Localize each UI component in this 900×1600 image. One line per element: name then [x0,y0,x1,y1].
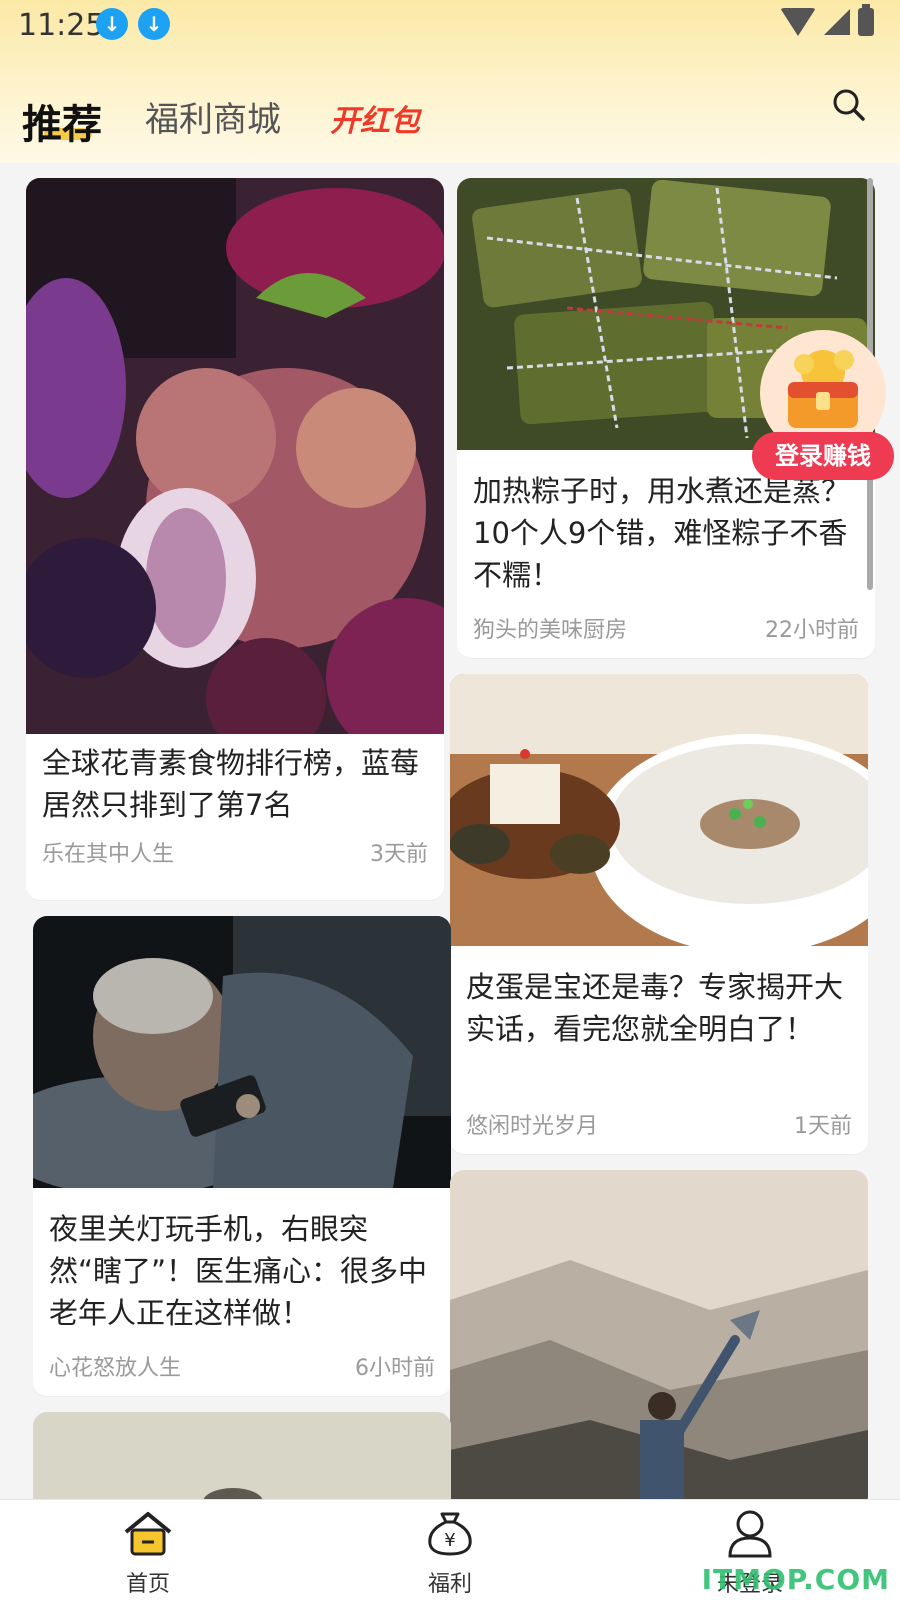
article-author: 心花怒放人生 [49,1356,182,1381]
login-earn-floating-button[interactable]: 登录赚钱 [752,330,894,480]
watermark: ITMOP.COM [701,1563,890,1596]
article-title[interactable]: 夜里关灯玩手机，右眼突然“瞎了”！医生痛心：很多中老年人正在这样做！ [49,1208,437,1334]
tab-open-red-packet[interactable]: 开红包 [330,96,420,140]
article-image-fruits [26,178,444,734]
top-header: 11:25 ↓ ↓ 推荐 福利商城 开红包 [0,0,900,163]
user-icon [728,1510,772,1558]
download-icon: ↓ [96,8,128,40]
article-time: 22小时前 [765,618,859,643]
money-bag-icon: ¥ [428,1512,472,1556]
search-icon[interactable] [832,88,866,122]
signal-icon [824,9,850,35]
home-icon [124,1512,172,1556]
nav-welfare-label: 福利 [427,1572,472,1597]
article-image-phone-in-bed [33,916,451,1188]
article-meta: 悠闲时光岁月 1天前 [466,1108,852,1140]
nav-welfare[interactable]: ¥ 福利 [390,1508,510,1598]
nav-home-label: 首页 [125,1572,170,1597]
status-indicators [780,4,874,36]
article-card[interactable] [450,1170,868,1510]
article-time: 1天前 [794,1114,852,1139]
article-meta: 乐在其中人生 3天前 [42,836,428,868]
status-time: 11:25 [18,8,105,43]
battery-icon [858,4,874,36]
article-card[interactable]: 全球花青素食物排行榜，蓝莓居然只排到了第7名 乐在其中人生 3天前 [26,178,444,900]
svg-text:¥: ¥ [444,1530,455,1551]
article-card[interactable] [33,1412,451,1512]
article-card[interactable]: 夜里关灯玩手机，右眼突然“瞎了”！医生痛心：很多中老年人正在这样做！ 心花怒放人… [33,916,451,1396]
article-author: 狗头的美味厨房 [473,618,628,643]
article-time: 6小时前 [355,1356,435,1381]
article-card[interactable]: 皮蛋是宝还是毒？专家揭开大实话，看完您就全明白了！ 悠闲时光岁月 1天前 [450,674,868,1154]
article-image-congee [450,674,868,946]
article-time: 3天前 [370,842,428,867]
download-icon: ↓ [138,8,170,40]
nav-home[interactable]: 首页 [88,1508,208,1598]
tab-welfare-mall[interactable]: 福利商城 [145,92,281,141]
article-author: 悠闲时光岁月 [466,1114,599,1139]
article-meta: 狗头的美味厨房 22小时前 [473,612,859,644]
article-title[interactable]: 皮蛋是宝还是毒？专家揭开大实话，看完您就全明白了！ [466,966,854,1050]
article-image-mountain-hiker [450,1170,868,1510]
wifi-icon [780,8,816,36]
article-title[interactable]: 加热粽子时，用水煮还是蒸？10个人9个错，难怪粽子不香不糯！ [473,470,861,596]
article-image-landscape [33,1412,451,1512]
tab-recommend[interactable]: 推荐 [22,92,102,150]
article-meta: 心花怒放人生 6小时前 [49,1350,435,1382]
article-author: 乐在其中人生 [42,842,175,867]
login-earn-label[interactable]: 登录赚钱 [752,432,894,480]
article-title[interactable]: 全球花青素食物排行榜，蓝莓居然只排到了第7名 [42,742,430,826]
